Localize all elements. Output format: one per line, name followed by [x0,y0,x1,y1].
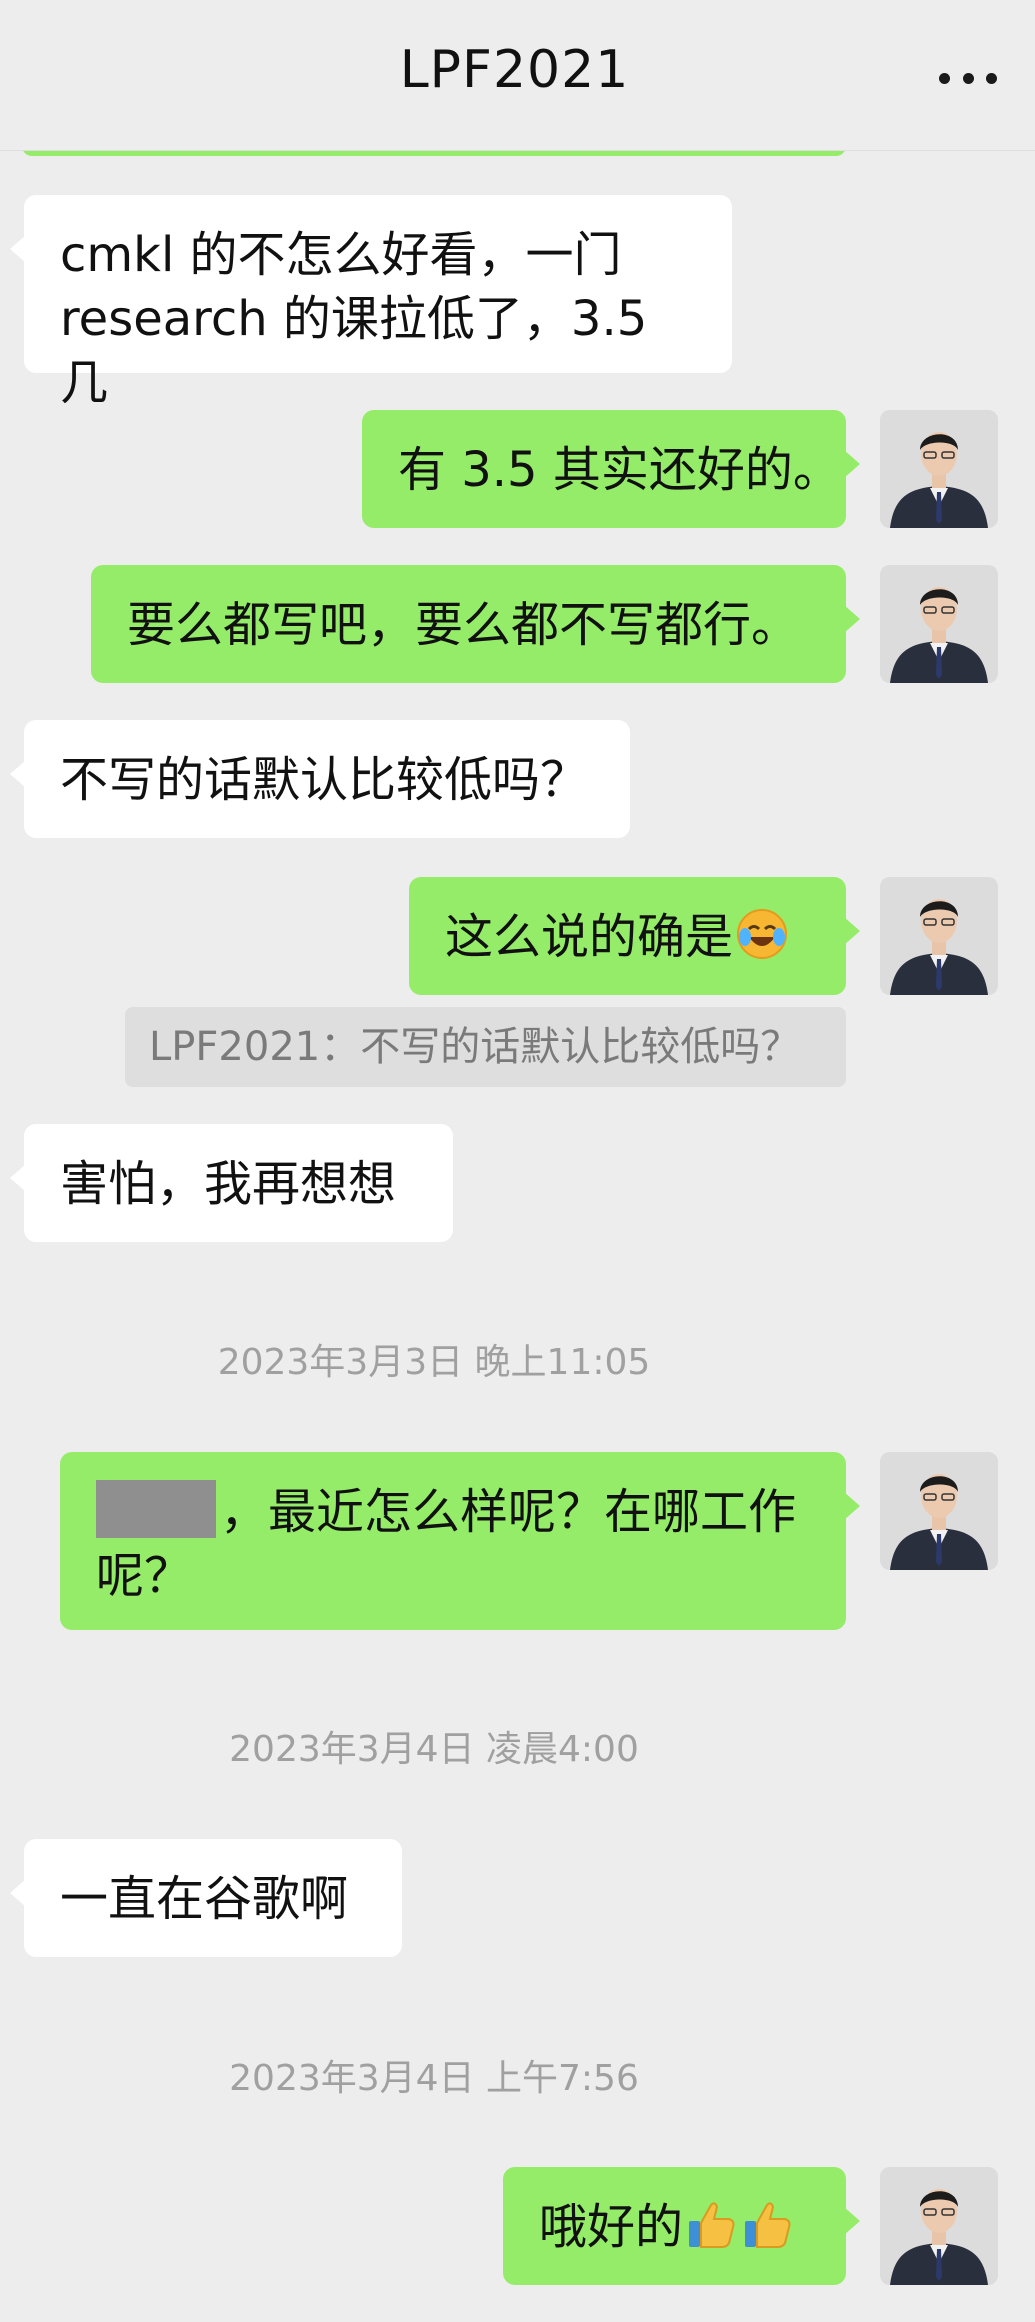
thumbs-up-emoji [689,2202,735,2248]
incoming-message-bubble[interactable]: cmkl 的不怎么好看，一门 research 的课拉低了，3.5 几 [10,195,732,411]
avatar-image [880,2167,998,2285]
incoming-message-bubble[interactable]: 不写的话默认比较低吗？ [10,720,630,838]
incoming-message-bubble[interactable]: 害怕，我再想想 [10,1124,453,1242]
user-avatar[interactable] [880,1452,998,1570]
timestamp: 2023年3月3日 晚上11:05 [217,1342,651,1383]
more-dots-icon[interactable] [939,58,997,98]
chat-title: LPF2021 [399,40,630,100]
avatar-image [880,410,998,528]
message-text: 有 3.5 其实还好的。 [398,442,841,498]
chat-header: LPF2021 [0,0,1035,151]
avatar-image [880,877,998,995]
user-avatar[interactable] [880,565,998,683]
avatar-image [880,565,998,683]
thumbs-up-emoji [745,2202,791,2248]
quoted-message[interactable]: LPF2021：不写的话默认比较低吗？ [125,1007,846,1087]
outgoing-message-bubble[interactable]: ，最近怎么样呢？在哪工作呢？ [60,1452,860,1630]
message-text: 害怕，我再想想 [60,1156,397,1212]
message-text: 要么都写吧，要么都不写都行。 [127,597,800,653]
outgoing-message-bubble[interactable]: 哦好的 [503,2167,860,2285]
outgoing-message-bubble[interactable]: 要么都写吧，要么都不写都行。 [91,565,860,683]
avatar-image [880,1452,998,1570]
message-text: 不写的话默认比较低吗？ [60,752,589,808]
message-text: 一直在谷歌啊 [60,1871,349,1927]
redacted-name [96,1480,216,1538]
message-text: cmkl 的不怎么好看，一门 research 的课拉低了，3.5 几 [60,227,648,411]
incoming-message-bubble[interactable]: 一直在谷歌啊 [10,1839,402,1957]
message-text: 哦好的 [539,2199,684,2255]
user-avatar[interactable] [880,410,998,528]
outgoing-message-bubble[interactable]: 这么说的确是 [409,877,860,995]
user-avatar[interactable] [880,2167,998,2285]
rolling-laughing-emoji [737,909,788,959]
outgoing-message-bubble[interactable]: 有 3.5 其实还好的。 [362,410,860,528]
user-avatar[interactable] [880,877,998,995]
timestamp: 2023年3月4日 凌晨4:00 [229,1729,639,1770]
timestamp: 2023年3月4日 上午7:56 [229,2058,639,2099]
message-text: 这么说的确是 [445,909,734,965]
